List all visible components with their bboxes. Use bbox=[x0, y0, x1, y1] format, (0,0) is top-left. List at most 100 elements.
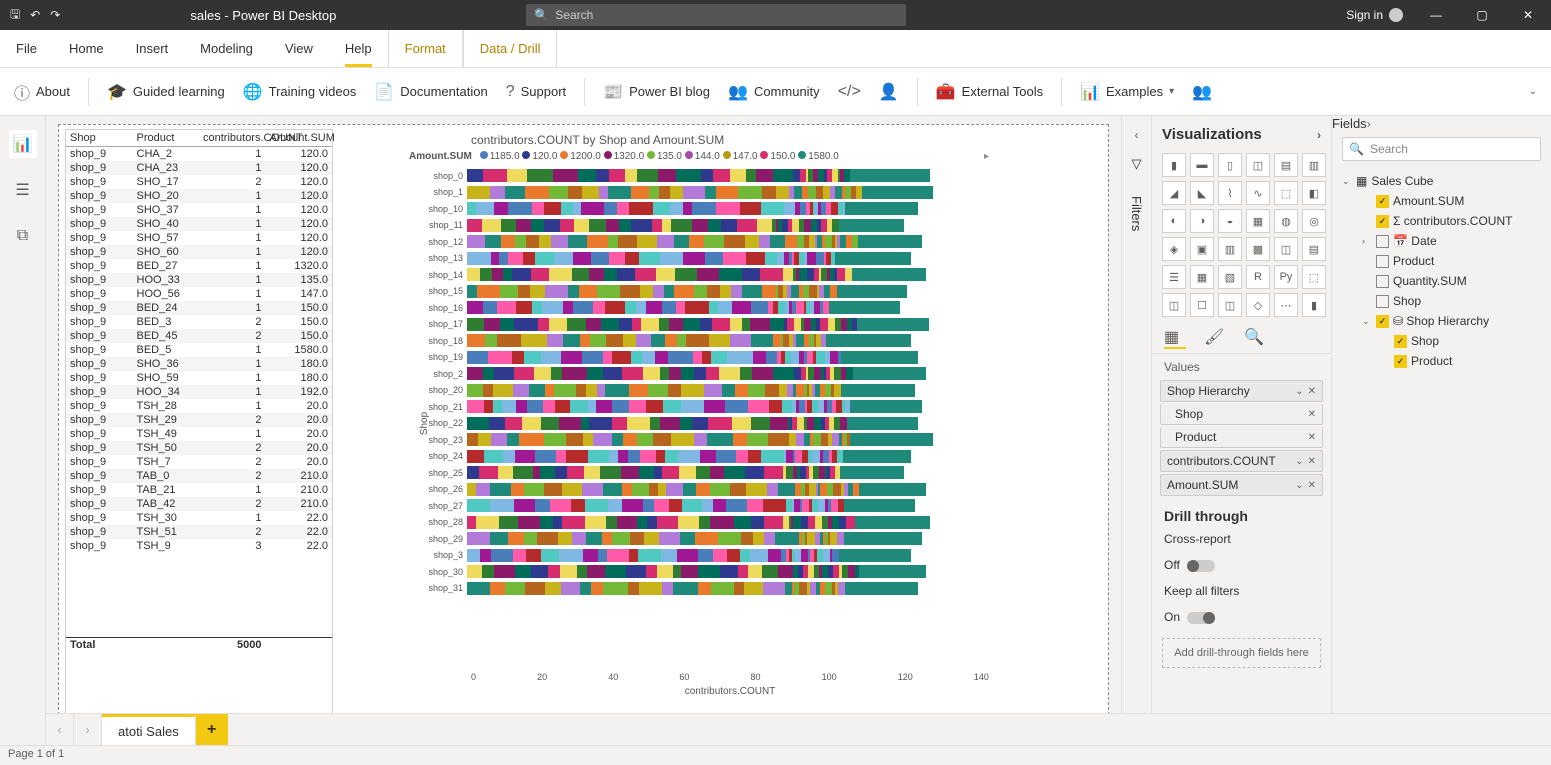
table-row[interactable]: shop_9BED_452150.0 bbox=[66, 329, 332, 343]
viz-type-24[interactable]: ☰ bbox=[1162, 265, 1186, 289]
field-well-item[interactable]: Amount.SUM⌄✕ bbox=[1160, 474, 1323, 496]
model-view-button[interactable]: ⧉ bbox=[9, 222, 37, 250]
field-tree-node[interactable]: ⌄▦ Sales Cube bbox=[1340, 171, 1543, 191]
viz-type-18[interactable]: ◈ bbox=[1162, 237, 1186, 261]
tab-insert[interactable]: Insert bbox=[120, 30, 185, 67]
viz-type-35[interactable]: ▮ bbox=[1302, 293, 1326, 317]
analytics-well-tab[interactable]: 🔍 bbox=[1244, 327, 1266, 349]
viz-type-2[interactable]: ▯ bbox=[1218, 153, 1242, 177]
table-row[interactable]: shop_9SHO_601120.0 bbox=[66, 245, 332, 259]
viz-type-4[interactable]: ▤ bbox=[1274, 153, 1298, 177]
bar-row[interactable]: shop_24 bbox=[471, 449, 989, 464]
table-header[interactable]: Product bbox=[133, 130, 200, 147]
page-tab[interactable]: atoti Sales bbox=[102, 714, 196, 745]
bar-row[interactable]: shop_28 bbox=[471, 515, 989, 530]
field-tree-node[interactable]: › 📅 Date bbox=[1340, 231, 1543, 251]
report-canvas[interactable]: ShopProductcontributors.COUNTAmount.SUM … bbox=[46, 116, 1121, 765]
viz-type-17[interactable]: ◎ bbox=[1302, 209, 1326, 233]
cmd-consultants[interactable]: 👤 bbox=[879, 82, 899, 102]
bar-row[interactable]: shop_10 bbox=[471, 201, 989, 216]
table-row[interactable]: shop_9TSH_7220.0 bbox=[66, 455, 332, 469]
expand-filters-icon[interactable]: ‹ bbox=[1135, 128, 1139, 142]
sign-in[interactable]: Sign in bbox=[1346, 8, 1403, 22]
data-view-button[interactable]: ☰ bbox=[9, 176, 37, 204]
viz-type-30[interactable]: ◫ bbox=[1162, 293, 1186, 317]
field-well-item[interactable]: contributors.COUNT⌄✕ bbox=[1160, 450, 1323, 472]
viz-type-13[interactable]: ◑ bbox=[1190, 209, 1214, 233]
viz-type-11[interactable]: ◧ bbox=[1302, 181, 1326, 205]
viz-type-19[interactable]: ▣ bbox=[1190, 237, 1214, 261]
close-button[interactable]: ✕ bbox=[1505, 0, 1551, 30]
table-row[interactable]: shop_9TAB_02210.0 bbox=[66, 469, 332, 483]
viz-type-32[interactable]: ◫ bbox=[1218, 293, 1242, 317]
viz-type-0[interactable]: ▮ bbox=[1162, 153, 1186, 177]
table-row[interactable]: shop_9TSH_28120.0 bbox=[66, 399, 332, 413]
viz-type-14[interactable]: ◒ bbox=[1218, 209, 1242, 233]
tab-help[interactable]: Help bbox=[329, 30, 388, 67]
cross-report-toggle[interactable] bbox=[1187, 560, 1215, 572]
cmd-about[interactable]: ⓘAbout bbox=[14, 80, 70, 104]
bar-row[interactable]: shop_19 bbox=[471, 350, 989, 365]
table-row[interactable]: shop_9SHO_172120.0 bbox=[66, 175, 332, 189]
cmd-guided-learning[interactable]: 🎓Guided learning bbox=[107, 82, 225, 102]
bar-row[interactable]: shop_26 bbox=[471, 482, 989, 497]
cmd-blog[interactable]: 📰Power BI blog bbox=[603, 82, 710, 102]
report-view-button[interactable]: 📊 bbox=[9, 130, 37, 158]
table-row[interactable]: shop_9CHA_21120.0 bbox=[66, 147, 332, 161]
table-row[interactable]: shop_9SHO_401120.0 bbox=[66, 217, 332, 231]
bar-row[interactable]: shop_17 bbox=[471, 317, 989, 332]
table-row[interactable]: shop_9SHO_361180.0 bbox=[66, 357, 332, 371]
viz-type-8[interactable]: ⌇ bbox=[1218, 181, 1242, 205]
bar-row[interactable]: shop_25 bbox=[471, 465, 989, 480]
tab-format[interactable]: Format bbox=[388, 30, 463, 67]
bar-row[interactable]: shop_23 bbox=[471, 432, 989, 447]
next-page-button[interactable]: › bbox=[74, 714, 102, 745]
table-row[interactable]: shop_9TSH_49120.0 bbox=[66, 427, 332, 441]
bar-row[interactable]: shop_2 bbox=[471, 366, 989, 381]
table-row[interactable]: shop_9TSH_9322.0 bbox=[66, 539, 332, 553]
field-tree-node[interactable]: Quantity.SUM bbox=[1340, 271, 1543, 291]
viz-type-5[interactable]: ▥ bbox=[1302, 153, 1326, 177]
bar-row[interactable]: shop_11 bbox=[471, 218, 989, 233]
drill-through-drop[interactable]: Add drill-through fields here bbox=[1162, 638, 1321, 668]
keep-filters-toggle[interactable] bbox=[1187, 612, 1215, 624]
table-row[interactable]: shop_9CHA_231120.0 bbox=[66, 161, 332, 175]
bar-row[interactable]: shop_0 bbox=[471, 168, 989, 183]
bar-row[interactable]: shop_20 bbox=[471, 383, 989, 398]
table-row[interactable]: shop_9BED_511580.0 bbox=[66, 343, 332, 357]
table-row[interactable]: shop_9TAB_211210.0 bbox=[66, 483, 332, 497]
field-tree-node[interactable]: ✓ Shop bbox=[1340, 331, 1543, 351]
viz-type-3[interactable]: ◫ bbox=[1246, 153, 1270, 177]
filter-icon[interactable]: ▽ bbox=[1132, 156, 1142, 172]
viz-type-33[interactable]: ◇ bbox=[1246, 293, 1270, 317]
collapse-ribbon-icon[interactable]: ⌄ bbox=[1529, 86, 1537, 97]
table-row[interactable]: shop_9BED_2711320.0 bbox=[66, 259, 332, 273]
prev-page-button[interactable]: ‹ bbox=[46, 714, 74, 745]
table-visual[interactable]: ShopProductcontributors.COUNTAmount.SUM … bbox=[65, 129, 333, 764]
cmd-persona[interactable]: 👥 bbox=[1192, 82, 1212, 102]
bar-row[interactable]: shop_1 bbox=[471, 185, 989, 200]
stacked-bar-chart-visual[interactable]: contributors.COUNT by Shop and Amount.SU… bbox=[409, 133, 989, 765]
field-well-item[interactable]: Shop Hierarchy⌄✕ bbox=[1160, 380, 1323, 402]
viz-type-27[interactable]: R bbox=[1246, 265, 1270, 289]
field-well-subitem[interactable]: Shop✕ bbox=[1160, 404, 1323, 425]
bar-row[interactable]: shop_21 bbox=[471, 399, 989, 414]
table-row[interactable]: shop_9SHO_591180.0 bbox=[66, 371, 332, 385]
table-row[interactable]: shop_9HOO_331135.0 bbox=[66, 273, 332, 287]
bar-row[interactable]: shop_30 bbox=[471, 564, 989, 579]
tab-view[interactable]: View bbox=[269, 30, 329, 67]
viz-type-26[interactable]: ▧ bbox=[1218, 265, 1242, 289]
collapse-viz-icon[interactable]: › bbox=[1317, 128, 1321, 142]
tab-data-drill[interactable]: Data / Drill bbox=[463, 30, 558, 67]
field-tree-node[interactable]: ⌄✓ ⛁ Shop Hierarchy bbox=[1340, 311, 1543, 331]
tab-home[interactable]: Home bbox=[53, 30, 120, 67]
bar-row[interactable]: shop_14 bbox=[471, 267, 989, 282]
viz-type-10[interactable]: ⬚ bbox=[1274, 181, 1298, 205]
bar-row[interactable]: shop_22 bbox=[471, 416, 989, 431]
viz-type-16[interactable]: ◍ bbox=[1274, 209, 1298, 233]
undo-icon[interactable]: ↶ bbox=[30, 8, 40, 22]
viz-type-20[interactable]: ▥ bbox=[1218, 237, 1242, 261]
field-well-subitem[interactable]: Product✕ bbox=[1160, 427, 1323, 448]
bar-row[interactable]: shop_15 bbox=[471, 284, 989, 299]
table-row[interactable]: shop_9BED_241150.0 bbox=[66, 301, 332, 315]
